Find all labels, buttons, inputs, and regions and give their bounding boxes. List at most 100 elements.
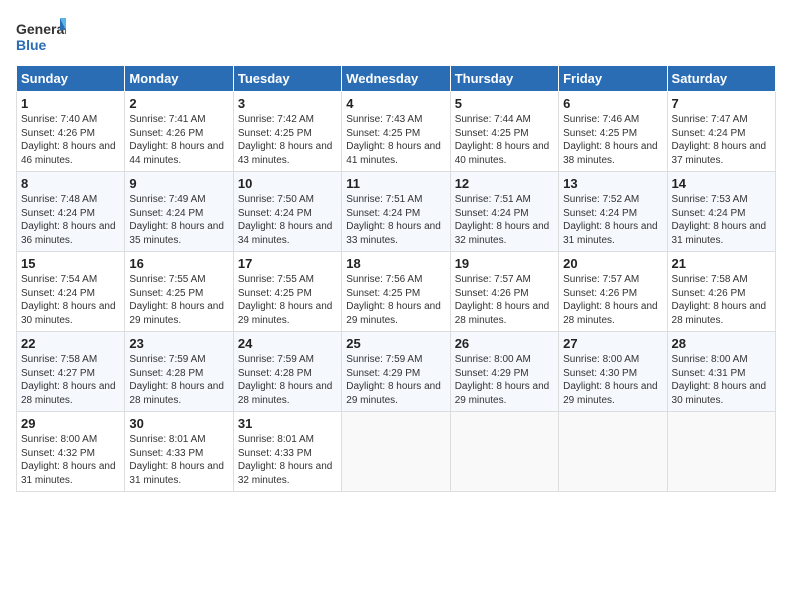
header-cell-sunday: Sunday	[17, 66, 125, 92]
header-cell-tuesday: Tuesday	[233, 66, 341, 92]
day-info: Sunrise: 7:54 AMSunset: 4:24 PMDaylight:…	[21, 274, 116, 326]
day-info: Sunrise: 7:51 AMSunset: 4:24 PMDaylight:…	[455, 194, 550, 246]
header-cell-wednesday: Wednesday	[342, 66, 450, 92]
day-number: 31	[238, 416, 337, 431]
day-info: Sunrise: 7:48 AMSunset: 4:24 PMDaylight:…	[21, 194, 116, 246]
day-info: Sunrise: 7:43 AMSunset: 4:25 PMDaylight:…	[346, 114, 441, 166]
day-cell-15: 15 Sunrise: 7:54 AMSunset: 4:24 PMDaylig…	[17, 252, 125, 332]
day-info: Sunrise: 7:57 AMSunset: 4:26 PMDaylight:…	[455, 274, 550, 326]
day-cell-31: 31 Sunrise: 8:01 AMSunset: 4:33 PMDaylig…	[233, 412, 341, 492]
day-cell-19: 19 Sunrise: 7:57 AMSunset: 4:26 PMDaylig…	[450, 252, 558, 332]
day-number: 14	[672, 176, 771, 191]
day-cell-28: 28 Sunrise: 8:00 AMSunset: 4:31 PMDaylig…	[667, 332, 775, 412]
day-cell-2: 2 Sunrise: 7:41 AMSunset: 4:26 PMDayligh…	[125, 92, 233, 172]
day-info: Sunrise: 8:00 AMSunset: 4:29 PMDaylight:…	[455, 354, 550, 406]
day-info: Sunrise: 7:42 AMSunset: 4:25 PMDaylight:…	[238, 114, 333, 166]
calendar-week-1: 1 Sunrise: 7:40 AMSunset: 4:26 PMDayligh…	[17, 92, 776, 172]
day-info: Sunrise: 7:59 AMSunset: 4:28 PMDaylight:…	[129, 354, 224, 406]
day-number: 20	[563, 256, 662, 271]
day-number: 29	[21, 416, 120, 431]
day-number: 5	[455, 96, 554, 111]
day-number: 23	[129, 336, 228, 351]
header-cell-monday: Monday	[125, 66, 233, 92]
day-info: Sunrise: 7:55 AMSunset: 4:25 PMDaylight:…	[129, 274, 224, 326]
day-number: 22	[21, 336, 120, 351]
day-info: Sunrise: 7:41 AMSunset: 4:26 PMDaylight:…	[129, 114, 224, 166]
day-number: 13	[563, 176, 662, 191]
day-number: 11	[346, 176, 445, 191]
day-cell-24: 24 Sunrise: 7:59 AMSunset: 4:28 PMDaylig…	[233, 332, 341, 412]
day-info: Sunrise: 7:53 AMSunset: 4:24 PMDaylight:…	[672, 194, 767, 246]
day-number: 2	[129, 96, 228, 111]
day-number: 9	[129, 176, 228, 191]
day-number: 12	[455, 176, 554, 191]
day-info: Sunrise: 7:44 AMSunset: 4:25 PMDaylight:…	[455, 114, 550, 166]
day-cell-27: 27 Sunrise: 8:00 AMSunset: 4:30 PMDaylig…	[559, 332, 667, 412]
day-info: Sunrise: 7:52 AMSunset: 4:24 PMDaylight:…	[563, 194, 658, 246]
page-container: General Blue SundayMondayTuesdayWednesda…	[0, 0, 792, 500]
day-info: Sunrise: 7:59 AMSunset: 4:28 PMDaylight:…	[238, 354, 333, 406]
calendar-week-4: 22 Sunrise: 7:58 AMSunset: 4:27 PMDaylig…	[17, 332, 776, 412]
day-number: 26	[455, 336, 554, 351]
day-number: 15	[21, 256, 120, 271]
day-number: 25	[346, 336, 445, 351]
svg-text:Blue: Blue	[16, 37, 47, 53]
day-info: Sunrise: 8:01 AMSunset: 4:33 PMDaylight:…	[238, 434, 333, 486]
day-cell-5: 5 Sunrise: 7:44 AMSunset: 4:25 PMDayligh…	[450, 92, 558, 172]
header: General Blue	[16, 16, 776, 61]
day-cell-20: 20 Sunrise: 7:57 AMSunset: 4:26 PMDaylig…	[559, 252, 667, 332]
day-info: Sunrise: 7:57 AMSunset: 4:26 PMDaylight:…	[563, 274, 658, 326]
day-number: 19	[455, 256, 554, 271]
day-cell-3: 3 Sunrise: 7:42 AMSunset: 4:25 PMDayligh…	[233, 92, 341, 172]
calendar-header-row: SundayMondayTuesdayWednesdayThursdayFrid…	[17, 66, 776, 92]
day-cell-21: 21 Sunrise: 7:58 AMSunset: 4:26 PMDaylig…	[667, 252, 775, 332]
day-number: 16	[129, 256, 228, 271]
calendar-week-3: 15 Sunrise: 7:54 AMSunset: 4:24 PMDaylig…	[17, 252, 776, 332]
day-cell-23: 23 Sunrise: 7:59 AMSunset: 4:28 PMDaylig…	[125, 332, 233, 412]
header-cell-thursday: Thursday	[450, 66, 558, 92]
day-number: 7	[672, 96, 771, 111]
day-info: Sunrise: 7:51 AMSunset: 4:24 PMDaylight:…	[346, 194, 441, 246]
day-info: Sunrise: 7:49 AMSunset: 4:24 PMDaylight:…	[129, 194, 224, 246]
empty-cell	[667, 412, 775, 492]
day-cell-14: 14 Sunrise: 7:53 AMSunset: 4:24 PMDaylig…	[667, 172, 775, 252]
day-cell-22: 22 Sunrise: 7:58 AMSunset: 4:27 PMDaylig…	[17, 332, 125, 412]
logo-svg: General Blue	[16, 16, 66, 61]
day-info: Sunrise: 8:00 AMSunset: 4:31 PMDaylight:…	[672, 354, 767, 406]
day-number: 28	[672, 336, 771, 351]
day-number: 24	[238, 336, 337, 351]
day-info: Sunrise: 7:58 AMSunset: 4:27 PMDaylight:…	[21, 354, 116, 406]
day-cell-4: 4 Sunrise: 7:43 AMSunset: 4:25 PMDayligh…	[342, 92, 450, 172]
day-info: Sunrise: 7:47 AMSunset: 4:24 PMDaylight:…	[672, 114, 767, 166]
day-number: 6	[563, 96, 662, 111]
logo: General Blue	[16, 16, 66, 61]
header-cell-saturday: Saturday	[667, 66, 775, 92]
day-cell-12: 12 Sunrise: 7:51 AMSunset: 4:24 PMDaylig…	[450, 172, 558, 252]
calendar-table: SundayMondayTuesdayWednesdayThursdayFrid…	[16, 65, 776, 492]
day-number: 30	[129, 416, 228, 431]
day-cell-10: 10 Sunrise: 7:50 AMSunset: 4:24 PMDaylig…	[233, 172, 341, 252]
day-info: Sunrise: 7:58 AMSunset: 4:26 PMDaylight:…	[672, 274, 767, 326]
day-info: Sunrise: 7:40 AMSunset: 4:26 PMDaylight:…	[21, 114, 116, 166]
empty-cell	[559, 412, 667, 492]
day-cell-16: 16 Sunrise: 7:55 AMSunset: 4:25 PMDaylig…	[125, 252, 233, 332]
day-number: 8	[21, 176, 120, 191]
day-number: 18	[346, 256, 445, 271]
calendar-week-2: 8 Sunrise: 7:48 AMSunset: 4:24 PMDayligh…	[17, 172, 776, 252]
day-number: 4	[346, 96, 445, 111]
day-cell-7: 7 Sunrise: 7:47 AMSunset: 4:24 PMDayligh…	[667, 92, 775, 172]
day-info: Sunrise: 7:59 AMSunset: 4:29 PMDaylight:…	[346, 354, 441, 406]
empty-cell	[342, 412, 450, 492]
day-info: Sunrise: 8:00 AMSunset: 4:32 PMDaylight:…	[21, 434, 116, 486]
svg-text:General: General	[16, 21, 66, 37]
day-number: 10	[238, 176, 337, 191]
day-cell-25: 25 Sunrise: 7:59 AMSunset: 4:29 PMDaylig…	[342, 332, 450, 412]
day-cell-13: 13 Sunrise: 7:52 AMSunset: 4:24 PMDaylig…	[559, 172, 667, 252]
day-cell-29: 29 Sunrise: 8:00 AMSunset: 4:32 PMDaylig…	[17, 412, 125, 492]
day-number: 17	[238, 256, 337, 271]
day-number: 21	[672, 256, 771, 271]
day-number: 1	[21, 96, 120, 111]
day-info: Sunrise: 7:46 AMSunset: 4:25 PMDaylight:…	[563, 114, 658, 166]
day-cell-30: 30 Sunrise: 8:01 AMSunset: 4:33 PMDaylig…	[125, 412, 233, 492]
day-cell-8: 8 Sunrise: 7:48 AMSunset: 4:24 PMDayligh…	[17, 172, 125, 252]
